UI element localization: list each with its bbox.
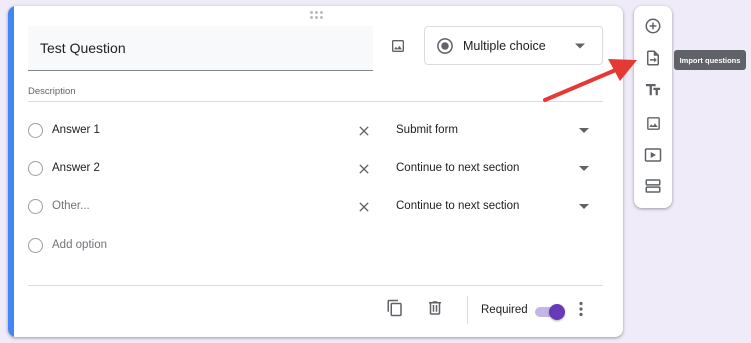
chevron-down-icon[interactable]	[579, 128, 589, 133]
remove-option-icon[interactable]	[356, 123, 372, 139]
title-text-icon	[645, 84, 661, 96]
go-to-section-select[interactable]: Continue to next section	[396, 162, 519, 174]
add-circle-icon	[645, 18, 661, 34]
add-section-button[interactable]	[643, 176, 663, 196]
section-icon	[645, 179, 661, 193]
radio-icon	[28, 238, 43, 253]
description-underline	[28, 101, 603, 102]
import-icon	[647, 50, 659, 66]
image-icon	[392, 40, 404, 52]
video-icon	[644, 148, 662, 162]
import-questions-button[interactable]	[643, 48, 663, 68]
add-image-button[interactable]	[643, 113, 663, 133]
remove-option-icon[interactable]	[356, 199, 372, 215]
option-label-other[interactable]: Other...	[52, 200, 90, 212]
required-toggle[interactable]	[535, 304, 565, 320]
add-title-button[interactable]	[643, 80, 663, 100]
more-vert-icon	[579, 301, 583, 317]
radio-button-checked-icon	[437, 38, 453, 54]
trash-icon	[429, 301, 441, 315]
description-field[interactable]: Description	[28, 86, 76, 97]
option-row: Other... Continue to next section	[28, 195, 603, 219]
card-accent-bar	[8, 6, 14, 337]
add-option-link[interactable]: Add option	[52, 239, 107, 251]
footer-divider	[28, 285, 603, 286]
option-label[interactable]: Answer 2	[52, 162, 100, 174]
remove-option-icon[interactable]	[356, 161, 372, 177]
annotation-arrow-icon	[543, 59, 637, 102]
add-question-button[interactable]	[643, 16, 663, 36]
option-row: Answer 1 Submit form	[28, 119, 603, 143]
chevron-down-icon[interactable]	[579, 166, 589, 171]
import-questions-tooltip: Import questions	[674, 50, 746, 70]
question-type-label: Multiple choice	[463, 39, 546, 53]
image-icon	[646, 116, 660, 130]
chevron-down-icon	[575, 43, 585, 49]
copy-icon	[387, 299, 402, 317]
option-label[interactable]: Answer 1	[52, 124, 100, 136]
required-label: Required	[481, 304, 528, 316]
add-image-to-question-button[interactable]	[386, 34, 410, 58]
question-title-text: Test Question	[40, 40, 126, 56]
duplicate-button[interactable]	[386, 298, 404, 323]
delete-button[interactable]	[426, 298, 444, 323]
add-option-row[interactable]: Add option	[28, 234, 603, 258]
drag-handle-icon[interactable]	[310, 11, 324, 19]
question-card[interactable]: Test Question Multiple choice Descriptio…	[8, 6, 623, 337]
toggle-thumb	[549, 304, 565, 320]
radio-icon	[28, 199, 43, 214]
footer-separator	[467, 296, 468, 324]
option-row: Answer 2 Continue to next section	[28, 157, 603, 181]
side-toolbar	[634, 6, 672, 208]
go-to-section-select[interactable]: Continue to next section	[396, 200, 519, 212]
radio-icon	[28, 161, 43, 176]
chevron-down-icon[interactable]	[579, 204, 589, 209]
add-video-button[interactable]	[643, 145, 663, 165]
go-to-section-select[interactable]: Submit form	[396, 124, 458, 136]
radio-icon	[28, 123, 43, 138]
question-title-input[interactable]: Test Question	[28, 26, 373, 71]
more-options-button[interactable]	[578, 301, 584, 322]
